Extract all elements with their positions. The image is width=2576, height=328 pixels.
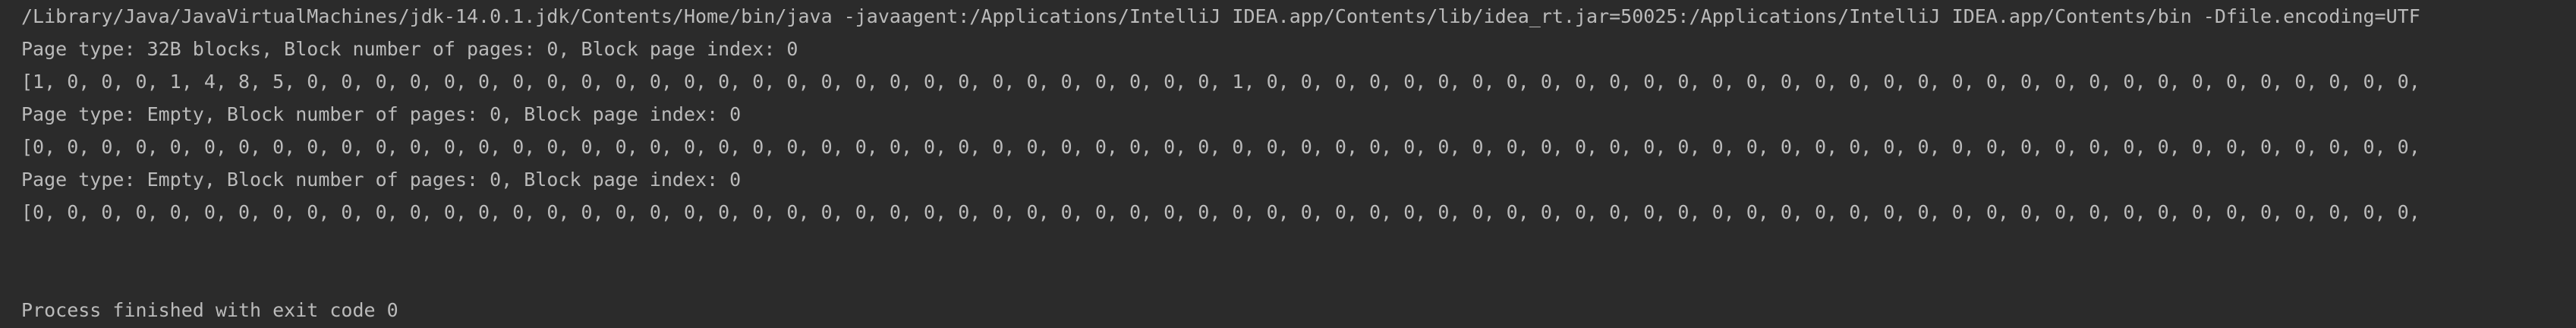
run-console-output[interactable]: /Library/Java/JavaVirtualMachines/jdk-14… xyxy=(0,0,2576,328)
output-line: Page type: Empty, Block number of pages:… xyxy=(21,103,742,125)
output-line: [0, 0, 0, 0, 0, 0, 0, 0, 0, 0, 0, 0, 0, … xyxy=(21,136,2420,158)
output-line: Page type: 32B blocks, Block number of p… xyxy=(21,38,798,60)
command-line: /Library/Java/JavaVirtualMachines/jdk-14… xyxy=(21,5,2420,27)
exit-message: Process finished with exit code 0 xyxy=(21,299,398,321)
output-line: [1, 0, 0, 0, 1, 4, 8, 5, 0, 0, 0, 0, 0, … xyxy=(21,71,2420,93)
output-line: Page type: Empty, Block number of pages:… xyxy=(21,169,742,191)
output-line: [0, 0, 0, 0, 0, 0, 0, 0, 0, 0, 0, 0, 0, … xyxy=(21,201,2420,223)
